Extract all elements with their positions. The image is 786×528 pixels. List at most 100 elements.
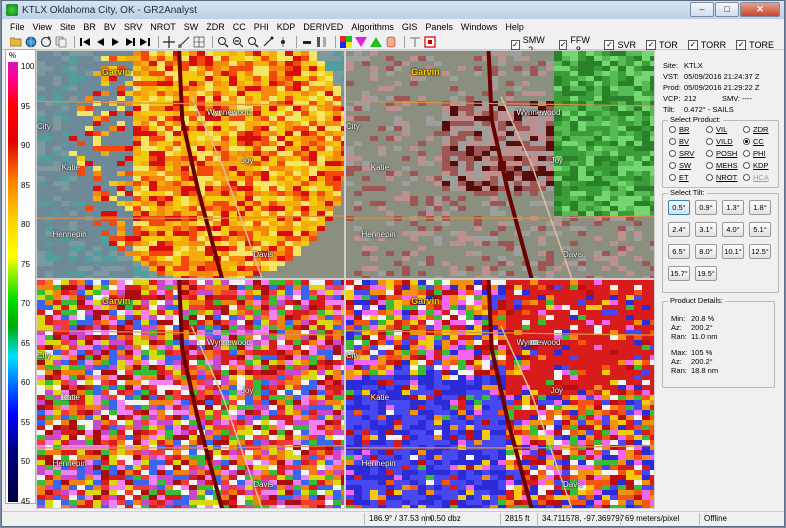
product-radio-bv[interactable]: BV bbox=[669, 137, 689, 146]
last-frame-icon[interactable] bbox=[139, 36, 151, 48]
checkbox-icon[interactable]: ✓ bbox=[558, 40, 568, 50]
menu-derived[interactable]: DERIVED bbox=[299, 22, 347, 32]
menu-view[interactable]: View bbox=[29, 22, 56, 32]
checkbox-icon[interactable]: ✓ bbox=[736, 40, 747, 50]
close-button[interactable]: ✕ bbox=[740, 2, 780, 17]
radio-icon[interactable] bbox=[669, 162, 676, 169]
pan-icon[interactable] bbox=[163, 35, 175, 48]
radio-icon[interactable] bbox=[706, 174, 713, 181]
stop-icon[interactable] bbox=[424, 35, 436, 48]
radio-icon[interactable] bbox=[669, 174, 676, 181]
maximize-button[interactable]: □ bbox=[715, 2, 739, 17]
menu-nrot[interactable]: NROT bbox=[146, 22, 180, 32]
tilt-button[interactable]: 0.9° bbox=[695, 200, 717, 215]
product-radio-vild[interactable]: VILD bbox=[706, 137, 733, 146]
menu-kdp[interactable]: KDP bbox=[273, 22, 300, 32]
product-radio-hca[interactable]: HCA bbox=[743, 173, 769, 182]
product-radio-posh[interactable]: POSH bbox=[706, 149, 737, 158]
radio-icon[interactable] bbox=[706, 150, 713, 157]
minus-icon[interactable] bbox=[301, 36, 313, 48]
radar-pane-reflectivity[interactable]: Garvin Wynnewood City Katie Joy Hennepin Davis bbox=[36, 50, 345, 279]
checkbox-icon[interactable]: ✓ bbox=[645, 40, 656, 50]
radar-pane-zdr[interactable]: Garvin Wynnewood City Katie Joy Hennepin Davis bbox=[345, 279, 655, 509]
menu-zdr[interactable]: ZDR bbox=[202, 22, 229, 32]
zoom-in-icon[interactable] bbox=[217, 36, 229, 48]
product-radio-mehs[interactable]: MEHS bbox=[706, 161, 738, 170]
checkbox-icon[interactable]: ✓ bbox=[511, 40, 520, 50]
tilt-button[interactable]: 1.8° bbox=[749, 200, 771, 215]
radio-icon[interactable] bbox=[743, 174, 750, 181]
play-icon[interactable] bbox=[109, 36, 121, 48]
refresh-icon[interactable] bbox=[40, 35, 52, 48]
color-table-icon[interactable] bbox=[340, 35, 352, 48]
title-bar[interactable]: KTLX Oklahoma City, OK - GR2Analyst – □ … bbox=[2, 1, 784, 19]
menu-bv[interactable]: BV bbox=[100, 22, 120, 32]
prev-frame-icon[interactable] bbox=[94, 36, 106, 48]
tilt-button[interactable]: 8.0° bbox=[695, 244, 717, 259]
open-folder-icon[interactable] bbox=[10, 36, 22, 48]
marker-icon[interactable] bbox=[385, 36, 397, 48]
triangle-down-icon[interactable] bbox=[355, 36, 367, 48]
menu-algorithms[interactable]: Algorithms bbox=[347, 22, 398, 32]
zoom-reset-icon[interactable] bbox=[247, 36, 259, 48]
radio-icon[interactable] bbox=[706, 126, 713, 133]
menu-phi[interactable]: PHI bbox=[250, 22, 273, 32]
menu-gis[interactable]: GIS bbox=[398, 22, 422, 32]
tilt-button[interactable]: 4.0° bbox=[722, 222, 744, 237]
triangle-up-icon[interactable] bbox=[370, 36, 382, 48]
tilt-button[interactable]: 5.1° bbox=[749, 222, 771, 237]
tilt-button[interactable]: 2.4° bbox=[668, 222, 690, 237]
product-radio-br[interactable]: BR bbox=[669, 125, 689, 134]
radio-icon[interactable] bbox=[743, 162, 750, 169]
tilt-button[interactable]: 0.5° bbox=[668, 200, 690, 215]
product-radio-nrot[interactable]: NROT bbox=[706, 173, 737, 182]
radio-icon[interactable] bbox=[669, 150, 676, 157]
product-radio-et[interactable]: ET bbox=[669, 173, 689, 182]
radio-icon[interactable] bbox=[743, 150, 750, 157]
tilt-button[interactable]: 12.5° bbox=[749, 244, 771, 259]
menu-srv[interactable]: SRV bbox=[120, 22, 146, 32]
product-radio-phi[interactable]: PHI bbox=[743, 149, 766, 158]
menu-sw[interactable]: SW bbox=[180, 22, 203, 32]
menu-site[interactable]: Site bbox=[56, 22, 80, 32]
link-icon[interactable] bbox=[262, 36, 274, 48]
menu-cc[interactable]: CC bbox=[229, 22, 250, 32]
radio-icon[interactable] bbox=[743, 126, 750, 133]
measure-icon[interactable] bbox=[178, 36, 190, 48]
zoom-out-icon[interactable] bbox=[232, 36, 244, 48]
radio-icon[interactable] bbox=[669, 138, 676, 145]
minimize-button[interactable]: – bbox=[690, 2, 714, 17]
grid-icon[interactable] bbox=[193, 36, 205, 48]
menu-file[interactable]: File bbox=[6, 22, 29, 32]
tilt-button[interactable]: 3.1° bbox=[695, 222, 717, 237]
tilt-button[interactable]: 19.5° bbox=[695, 266, 717, 281]
radio-icon[interactable] bbox=[669, 126, 676, 133]
tilt-button[interactable]: 10.1° bbox=[722, 244, 744, 259]
radio-icon[interactable] bbox=[743, 138, 750, 145]
globe-icon[interactable] bbox=[25, 36, 37, 48]
copy-icon[interactable] bbox=[55, 36, 67, 48]
menu-windows[interactable]: Windows bbox=[457, 22, 502, 32]
radar-pane-velocity[interactable]: Garvin Wynnewood City Katie Joy Hennepin Davis bbox=[345, 50, 655, 279]
text-tool-icon[interactable] bbox=[409, 36, 421, 48]
radar-pane-cc[interactable]: Garvin Wynnewood City Katie Joy Hennepin Davis bbox=[36, 279, 345, 509]
tilt-button[interactable]: 6.5° bbox=[668, 244, 690, 259]
product-radio-zdr[interactable]: ZDR bbox=[743, 125, 768, 134]
next-frame-icon[interactable] bbox=[124, 36, 136, 48]
menu-panels[interactable]: Panels bbox=[421, 22, 457, 32]
first-frame-icon[interactable] bbox=[79, 36, 91, 48]
tilt-button[interactable]: 1.3° bbox=[722, 200, 744, 215]
radio-icon[interactable] bbox=[706, 162, 713, 169]
radio-icon[interactable] bbox=[706, 138, 713, 145]
split-icon[interactable] bbox=[316, 36, 328, 48]
product-radio-cc[interactable]: CC bbox=[743, 137, 764, 146]
tilt-button[interactable]: 15.7° bbox=[668, 266, 690, 281]
product-radio-vil[interactable]: VIL bbox=[706, 125, 727, 134]
cross-section-icon[interactable] bbox=[277, 36, 289, 48]
checkbox-icon[interactable]: ✓ bbox=[604, 40, 615, 50]
menu-br[interactable]: BR bbox=[79, 22, 100, 32]
menu-help[interactable]: Help bbox=[501, 22, 528, 32]
product-radio-sw[interactable]: SW bbox=[669, 161, 691, 170]
product-radio-kdp[interactable]: KDP bbox=[743, 161, 768, 170]
product-radio-srv[interactable]: SRV bbox=[669, 149, 694, 158]
